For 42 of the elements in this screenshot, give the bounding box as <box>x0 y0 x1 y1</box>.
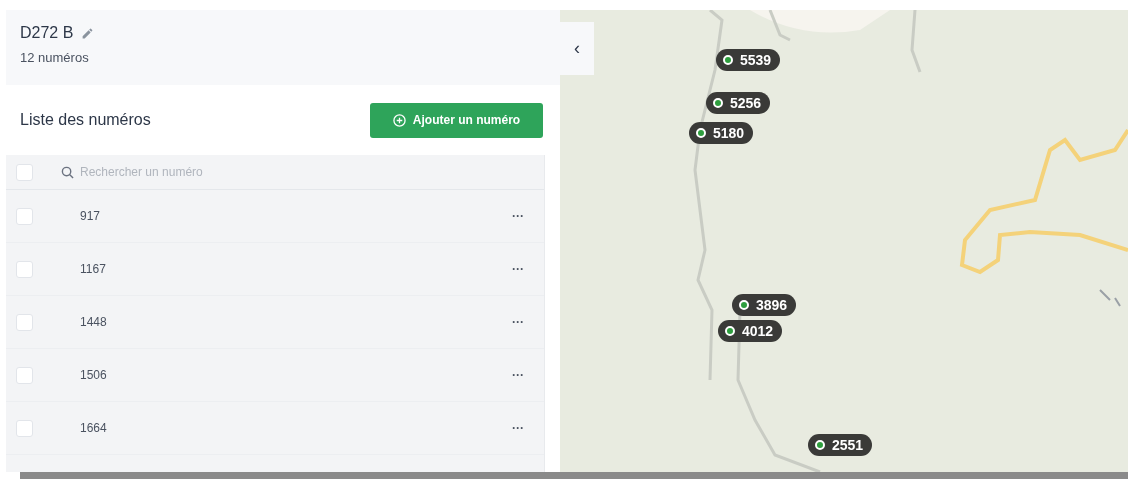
more-menu[interactable]: ··· <box>512 419 524 437</box>
marker-label: 4012 <box>742 321 774 341</box>
number-row[interactable]: 1664 ··· <box>6 402 544 455</box>
marker-label: 3896 <box>756 295 788 315</box>
checkbox[interactable] <box>16 163 33 181</box>
checkbox[interactable] <box>16 260 33 278</box>
route-title: D272 B <box>20 23 74 43</box>
checkbox[interactable] <box>16 313 33 331</box>
plus-circle-icon <box>392 113 406 127</box>
number-row[interactable]: 917 ··· <box>6 190 544 243</box>
map-marker[interactable]: 4012 <box>718 320 783 342</box>
checkbox[interactable] <box>16 207 33 225</box>
number-row[interactable]: 1506 ··· <box>6 349 544 402</box>
map[interactable]: ‹ 5539 5256 5180 3896 4012 2551 <box>560 10 1128 472</box>
number-label: 1506 <box>80 367 108 384</box>
checkbox[interactable] <box>16 366 33 384</box>
more-menu[interactable]: ··· <box>512 260 524 278</box>
number-label: 1448 <box>80 314 108 331</box>
marker-label: 2551 <box>832 435 864 455</box>
map-marker[interactable]: 2551 <box>808 434 873 456</box>
more-menu[interactable]: ··· <box>512 207 524 225</box>
route-subtitle: 12 numéros <box>20 49 90 67</box>
map-marker[interactable]: 5539 <box>716 49 781 71</box>
more-menu[interactable]: ··· <box>512 366 524 384</box>
checkbox[interactable] <box>16 419 33 437</box>
number-label: 917 <box>80 208 102 225</box>
marker-label: 5256 <box>730 93 762 113</box>
map-marker[interactable]: 3896 <box>732 294 797 316</box>
more-menu[interactable]: ··· <box>512 313 524 331</box>
map-marker[interactable]: 5256 <box>706 92 771 114</box>
number-label: 1664 <box>80 420 108 437</box>
marker-label: 5539 <box>740 50 772 70</box>
number-row[interactable]: 1167 ··· <box>6 243 544 296</box>
number-label: 1167 <box>80 261 107 278</box>
marker-label: 5180 <box>713 123 745 143</box>
collapse-panel-button[interactable]: ‹ <box>560 22 594 75</box>
map-marker[interactable]: 5180 <box>689 122 754 144</box>
search-icon <box>61 165 74 179</box>
list-title: Liste des numéros <box>20 110 151 130</box>
pencil-icon[interactable] <box>81 26 95 40</box>
number-row[interactable]: 1448 ··· <box>6 296 544 349</box>
search-field[interactable]: Rechercher un numéro <box>80 163 544 181</box>
